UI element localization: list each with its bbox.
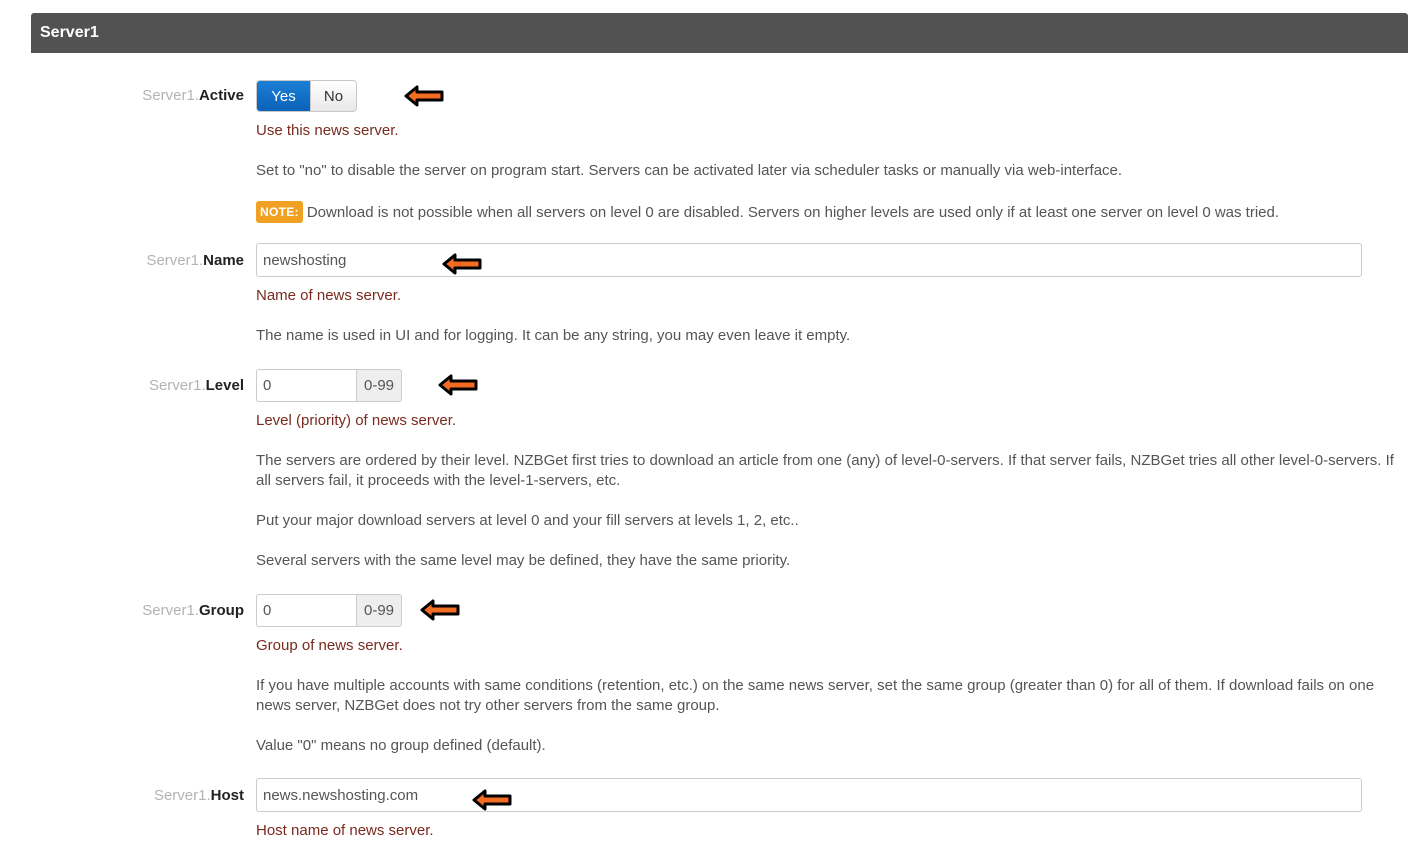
active-note: NOTE: Download is not possible when all s… xyxy=(256,201,1416,223)
name-label-prefix: Server1. xyxy=(146,252,204,269)
host-label: Server1.Host xyxy=(154,787,244,804)
level-description: Level (priority) of news server. xyxy=(256,412,457,429)
left-arrow-icon xyxy=(438,374,478,396)
group-details-1: If you have multiple accounts with same … xyxy=(256,677,1375,714)
name-input[interactable]: newshosting xyxy=(256,243,1362,277)
active-toggle[interactable]: Yes No xyxy=(256,80,357,112)
level-details-3: Several servers with the same level may … xyxy=(256,552,791,569)
group-label: Server1.Group xyxy=(142,602,244,619)
active-label-prefix: Server1. xyxy=(142,87,199,104)
host-input[interactable]: news.newshosting.com xyxy=(256,778,1362,812)
note-text: Download is not possible when all server… xyxy=(306,204,1280,221)
host-input-value: news.newshosting.com xyxy=(263,786,419,804)
group-description: Group of news server. xyxy=(256,637,403,654)
left-arrow-icon xyxy=(420,599,460,621)
level-details-2: Put your major download servers at level… xyxy=(256,512,799,529)
host-label-name: Host xyxy=(210,787,244,804)
level-input[interactable]: 0 xyxy=(256,369,356,402)
left-arrow-icon xyxy=(472,789,512,811)
section-header[interactable]: Server1 xyxy=(31,13,1408,53)
active-no-button[interactable]: No xyxy=(310,81,356,111)
group-range-addon: 0-99 xyxy=(356,594,402,627)
level-label-name: Level xyxy=(205,377,244,394)
active-label: Server1.Active xyxy=(142,87,244,104)
group-details-2: Value "0" means no group defined (defaul… xyxy=(256,737,546,754)
name-label-name: Name xyxy=(203,252,244,269)
group-label-prefix: Server1. xyxy=(142,602,199,619)
active-description: Use this news server. xyxy=(256,122,399,139)
active-details: Set to "no" to disable the server on pro… xyxy=(256,162,1123,179)
name-input-value: newshosting xyxy=(263,251,347,269)
left-arrow-icon xyxy=(442,253,482,275)
active-label-name: Active xyxy=(198,87,244,104)
level-label: Server1.Level xyxy=(149,377,244,394)
host-description: Host name of news server. xyxy=(256,822,434,839)
level-label-prefix: Server1. xyxy=(148,377,206,394)
name-label: Server1.Name xyxy=(146,252,244,269)
group-field[interactable]: 0 0-99 xyxy=(256,594,402,627)
active-yes-button[interactable]: Yes xyxy=(257,81,310,111)
host-label-prefix: Server1. xyxy=(153,787,211,804)
name-details: The name is used in UI and for logging. … xyxy=(256,327,851,344)
note-badge: NOTE: xyxy=(256,201,303,223)
level-range-addon: 0-99 xyxy=(356,369,402,402)
group-label-name: Group xyxy=(199,602,244,619)
group-input[interactable]: 0 xyxy=(256,594,356,627)
level-field[interactable]: 0 0-99 xyxy=(256,369,402,402)
left-arrow-icon xyxy=(404,85,444,107)
section-title: Server1 xyxy=(40,24,99,41)
level-details-1: The servers are ordered by their level. … xyxy=(256,452,1394,489)
name-description: Name of news server. xyxy=(256,287,402,304)
